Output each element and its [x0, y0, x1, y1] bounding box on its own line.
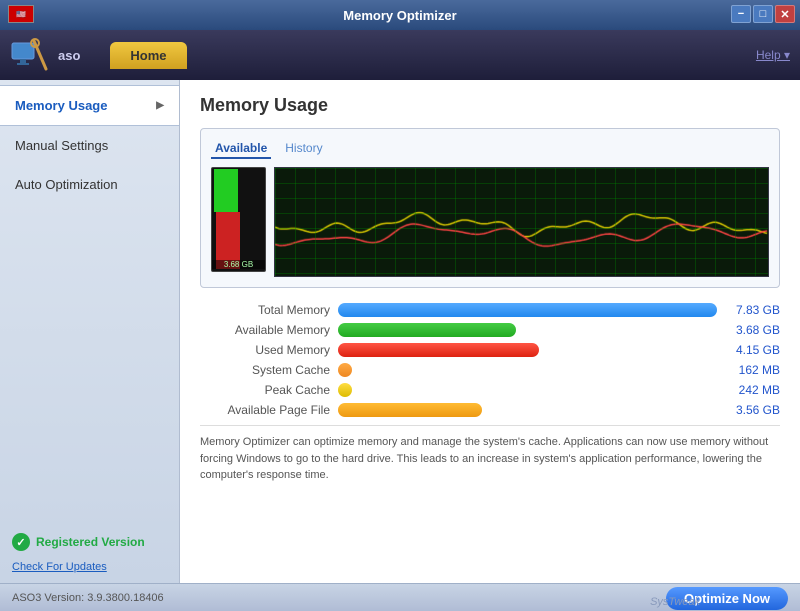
sidebar-item-label: Memory Usage [15, 98, 107, 113]
minimize-button[interactable]: − [731, 5, 751, 23]
registered-label: Registered Version [36, 535, 145, 549]
title-bar: 🇺🇸 Memory Optimizer − □ ✕ [0, 0, 800, 30]
stat-label-peak-cache: Peak Cache [200, 383, 330, 397]
stat-row-available: Available Memory 3.68 GB [200, 323, 780, 337]
app-logo-icon [10, 35, 50, 75]
stat-value-system-cache: 162 MB [725, 363, 780, 377]
sidebar-bottom: ✓ Registered Version Check For Updates [0, 523, 179, 583]
stat-bar-container-page-file [338, 403, 717, 417]
stat-row-peak-cache: Peak Cache 242 MB [200, 383, 780, 397]
stat-row-page-file: Available Page File 3.56 GB [200, 403, 780, 417]
check-updates-link[interactable]: Check For Updates [12, 561, 107, 573]
stat-row-system-cache: System Cache 162 MB [200, 363, 780, 377]
stat-value-available: 3.68 GB [725, 323, 780, 337]
registered-badge: ✓ Registered Version [12, 533, 167, 551]
memory-bar-label: 3.68 GB [212, 260, 265, 269]
watermark-text: SysTweak [650, 596, 700, 608]
system-cache-indicator [338, 363, 352, 377]
history-chart [274, 167, 769, 277]
maximize-button[interactable]: □ [753, 5, 773, 23]
peak-cache-indicator [338, 383, 352, 397]
sidebar-item-auto-optimization[interactable]: Auto Optimization [0, 165, 179, 204]
sidebar-item-label: Auto Optimization [15, 177, 118, 192]
main-container: Memory Usage ▶ Manual Settings Auto Opti… [0, 80, 800, 583]
arrow-icon: ▶ [156, 100, 164, 111]
stat-label-available: Available Memory [200, 323, 330, 337]
flag-icon: 🇺🇸 [8, 5, 34, 23]
stat-bar-available [338, 323, 516, 337]
stat-row-total: Total Memory 7.83 GB [200, 303, 780, 317]
memory-bar-visual: 3.68 GB [211, 167, 266, 272]
stat-row-used: Used Memory 4.15 GB [200, 343, 780, 357]
stat-bar-container-available [338, 323, 717, 337]
sidebar: Memory Usage ▶ Manual Settings Auto Opti… [0, 80, 180, 583]
sidebar-item-manual-settings[interactable]: Manual Settings [0, 126, 179, 165]
sidebar-item-label: Manual Settings [15, 138, 108, 153]
help-button[interactable]: Help ▾ [756, 48, 790, 62]
stat-label-used: Used Memory [200, 343, 330, 357]
stats-container: Total Memory 7.83 GB Available Memory 3.… [200, 303, 780, 417]
stat-label-system-cache: System Cache [200, 363, 330, 377]
app-name-label: aso [58, 48, 80, 63]
stat-bar-container-total [338, 303, 717, 317]
home-tab[interactable]: Home [110, 42, 186, 69]
stat-value-page-file: 3.56 GB [725, 403, 780, 417]
stat-value-used: 4.15 GB [725, 343, 780, 357]
free-memory-bar [214, 169, 238, 212]
description-text: Memory Optimizer can optimize memory and… [200, 425, 780, 484]
stat-value-peak-cache: 242 MB [725, 383, 780, 397]
sidebar-item-memory-usage[interactable]: Memory Usage ▶ [0, 85, 179, 126]
grid-overlay [275, 168, 768, 276]
stat-bar-used [338, 343, 539, 357]
tab-history[interactable]: History [281, 139, 326, 159]
header-bar: aso Home Help ▾ [0, 30, 800, 80]
stat-bar-container-peak-cache [338, 383, 717, 397]
stat-label-total: Total Memory [200, 303, 330, 317]
content-area: Memory Usage Available History 3.68 GB [180, 80, 800, 583]
bottom-bar: ASO3 Version: 3.9.3800.18406 Optimize No… [0, 583, 800, 611]
stat-label-page-file: Available Page File [200, 403, 330, 417]
memory-panel: Available History 3.68 GB [200, 128, 780, 288]
app-title: Memory Optimizer [343, 8, 456, 23]
stat-bar-container-system-cache [338, 363, 717, 377]
chart-area: 3.68 GB [211, 167, 769, 277]
window-controls: − □ ✕ [731, 5, 795, 23]
stat-bar-total [338, 303, 717, 317]
version-text: ASO3 Version: 3.9.3800.18406 [12, 592, 164, 604]
check-icon: ✓ [12, 533, 30, 551]
tab-available[interactable]: Available [211, 139, 271, 159]
stat-bar-page-file [338, 403, 482, 417]
stat-bar-container-used [338, 343, 717, 357]
stat-value-total: 7.83 GB [725, 303, 780, 317]
logo-area: aso [10, 35, 80, 75]
close-button[interactable]: ✕ [775, 5, 795, 23]
content-title: Memory Usage [200, 95, 780, 116]
panel-tabs: Available History [211, 139, 769, 159]
